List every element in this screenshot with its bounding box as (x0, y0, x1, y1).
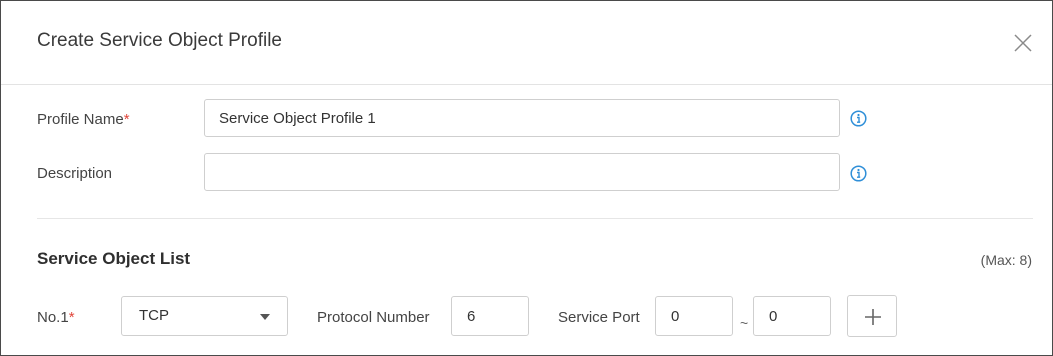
row-number-label: No.1* (37, 309, 75, 326)
caret-down-icon (260, 314, 270, 321)
service-port-label: Service Port (558, 309, 640, 326)
info-icon[interactable] (850, 165, 867, 182)
info-icon[interactable] (850, 110, 867, 127)
protocol-select[interactable]: TCP (121, 296, 288, 336)
required-marker: * (123, 111, 130, 128)
profile-name-label: Profile Name* (37, 111, 130, 128)
protocol-number-label: Protocol Number (317, 309, 430, 326)
max-count-note: (Max: 8) (980, 252, 1032, 268)
protocol-selected-value: TCP (139, 307, 169, 324)
required-marker: * (68, 309, 75, 326)
port-range-separator: ~ (740, 315, 749, 331)
description-label: Description (37, 165, 113, 182)
service-port-start-input[interactable] (655, 296, 733, 336)
service-port-end-input[interactable] (753, 296, 831, 336)
plus-icon (865, 309, 881, 325)
section-divider (37, 218, 1033, 219)
close-button[interactable] (1013, 33, 1033, 53)
profile-name-input[interactable] (204, 99, 840, 137)
service-object-list-title: Service Object List (37, 249, 191, 268)
description-input[interactable] (204, 153, 840, 191)
protocol-number-input[interactable] (451, 296, 529, 336)
add-service-object-button[interactable] (847, 295, 897, 337)
dialog-title: Create Service Object Profile (37, 30, 282, 51)
create-service-object-profile-dialog: Create Service Object Profile Profile Na… (0, 0, 1053, 356)
dialog-header: Create Service Object Profile (1, 1, 1052, 85)
close-icon (1014, 34, 1032, 52)
